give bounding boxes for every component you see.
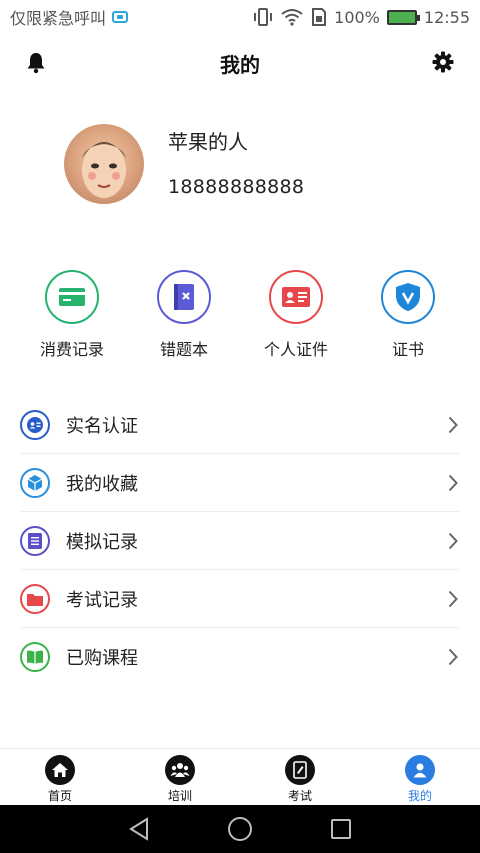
quick-link-label: 证书 xyxy=(391,340,424,359)
gear-icon[interactable] xyxy=(432,51,454,73)
menu-item-label: 模拟记录 xyxy=(66,531,138,553)
quick-link-certificates[interactable]: 证书 xyxy=(352,270,464,360)
data-sim-icon xyxy=(312,8,327,26)
quick-link-label: 消费记录 xyxy=(39,340,104,359)
avatar[interactable] xyxy=(64,124,144,204)
home-circle-icon[interactable] xyxy=(227,816,253,842)
menu-item-favorites[interactable]: 我的收藏 xyxy=(20,454,460,512)
wifi-icon xyxy=(281,9,303,26)
bell-icon[interactable] xyxy=(26,52,46,74)
menu-item-exam-records[interactable]: 考试记录 xyxy=(20,570,460,628)
bottom-tab-bar: 首页 培训 考试 我的 xyxy=(0,748,480,805)
cube-icon xyxy=(20,467,50,498)
tab-mine[interactable]: 我的 xyxy=(360,749,480,805)
avatar-face-image xyxy=(82,142,126,198)
document-icon xyxy=(20,525,50,556)
tab-exam[interactable]: 考试 xyxy=(240,749,360,805)
user-icon xyxy=(405,755,435,785)
clock: 12:55 xyxy=(423,7,470,27)
tab-training[interactable]: 培训 xyxy=(120,749,240,805)
chevron-right-icon xyxy=(448,416,458,433)
menu-item-label: 实名认证 xyxy=(66,415,138,437)
tab-home[interactable]: 首页 xyxy=(0,749,120,805)
group-icon xyxy=(165,755,195,785)
tab-label: 培训 xyxy=(167,789,192,803)
notebook-x-icon xyxy=(157,270,211,324)
menu-item-label: 考试记录 xyxy=(66,589,138,611)
user-name: 苹果的人 xyxy=(168,130,248,154)
recents-icon[interactable] xyxy=(330,818,352,840)
battery-icon xyxy=(386,9,420,25)
page-title: 我的 xyxy=(220,52,260,77)
sim-card-icon xyxy=(112,11,129,23)
menu-item-mock-records[interactable]: 模拟记录 xyxy=(20,512,460,570)
user-phone: 18888888888 xyxy=(168,176,305,198)
menu-item-label: 已购课程 xyxy=(66,648,138,669)
chevron-right-icon xyxy=(448,590,458,607)
id-card-icon xyxy=(269,270,323,324)
page-header: 我的 xyxy=(0,40,480,86)
home-icon xyxy=(45,755,75,785)
carrier-text: 仅限紧急呼叫 xyxy=(10,9,107,28)
exam-icon xyxy=(285,755,315,785)
quick-links: 消费记录 错题本 个人证件 证书 xyxy=(0,270,480,360)
menu-item-real-name[interactable]: 实名认证 xyxy=(20,396,460,454)
tab-label: 首页 xyxy=(47,789,72,803)
quick-link-wrong-questions[interactable]: 错题本 xyxy=(128,270,240,360)
menu-item-label: 我的收藏 xyxy=(66,473,138,495)
chevron-right-icon xyxy=(448,474,458,491)
folder-icon xyxy=(20,583,50,614)
quick-link-consumption[interactable]: 消费记录 xyxy=(16,270,128,360)
back-icon[interactable] xyxy=(128,817,150,841)
vibrate-icon xyxy=(254,8,273,26)
quick-link-id-documents[interactable]: 个人证件 xyxy=(240,270,352,360)
chevron-right-icon xyxy=(448,648,458,666)
tab-label: 我的 xyxy=(407,789,432,803)
menu-item-purchased-courses[interactable]: 已购课程 xyxy=(20,628,460,686)
quick-link-label: 错题本 xyxy=(159,340,208,359)
chevron-right-icon xyxy=(448,532,458,549)
book-icon xyxy=(20,642,50,672)
card-icon xyxy=(45,270,99,324)
status-bar: 仅限紧急呼叫 100% 12:55 xyxy=(0,0,480,34)
id-verify-icon xyxy=(20,409,50,440)
menu-list: 实名认证 我的收藏 模拟记录 考试记录 已购课程 xyxy=(20,396,460,686)
shield-check-icon xyxy=(381,270,435,324)
system-nav-bar xyxy=(0,805,480,853)
tab-label: 考试 xyxy=(287,789,312,803)
battery-percent: 100% xyxy=(334,7,380,27)
quick-link-label: 个人证件 xyxy=(263,340,328,359)
